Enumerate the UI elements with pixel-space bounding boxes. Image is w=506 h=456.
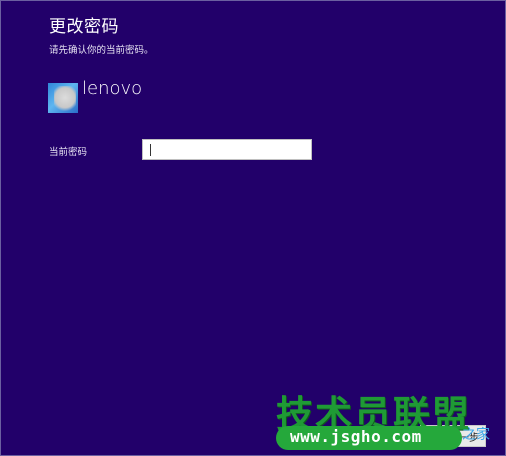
watermark-url: www.jsgho.com [290,427,422,446]
page-title: 更改密码 [49,17,119,37]
account-username: lenovo [82,78,143,99]
text-caret [150,144,151,156]
current-password-label: 当前密码 [49,147,88,158]
current-password-input[interactable] [142,139,312,160]
page-subtitle: 请先确认你的当前密码。 [49,45,154,56]
watermark-side-text: 之家 [462,427,490,443]
avatar-face [54,86,76,112]
user-avatar [48,83,78,113]
